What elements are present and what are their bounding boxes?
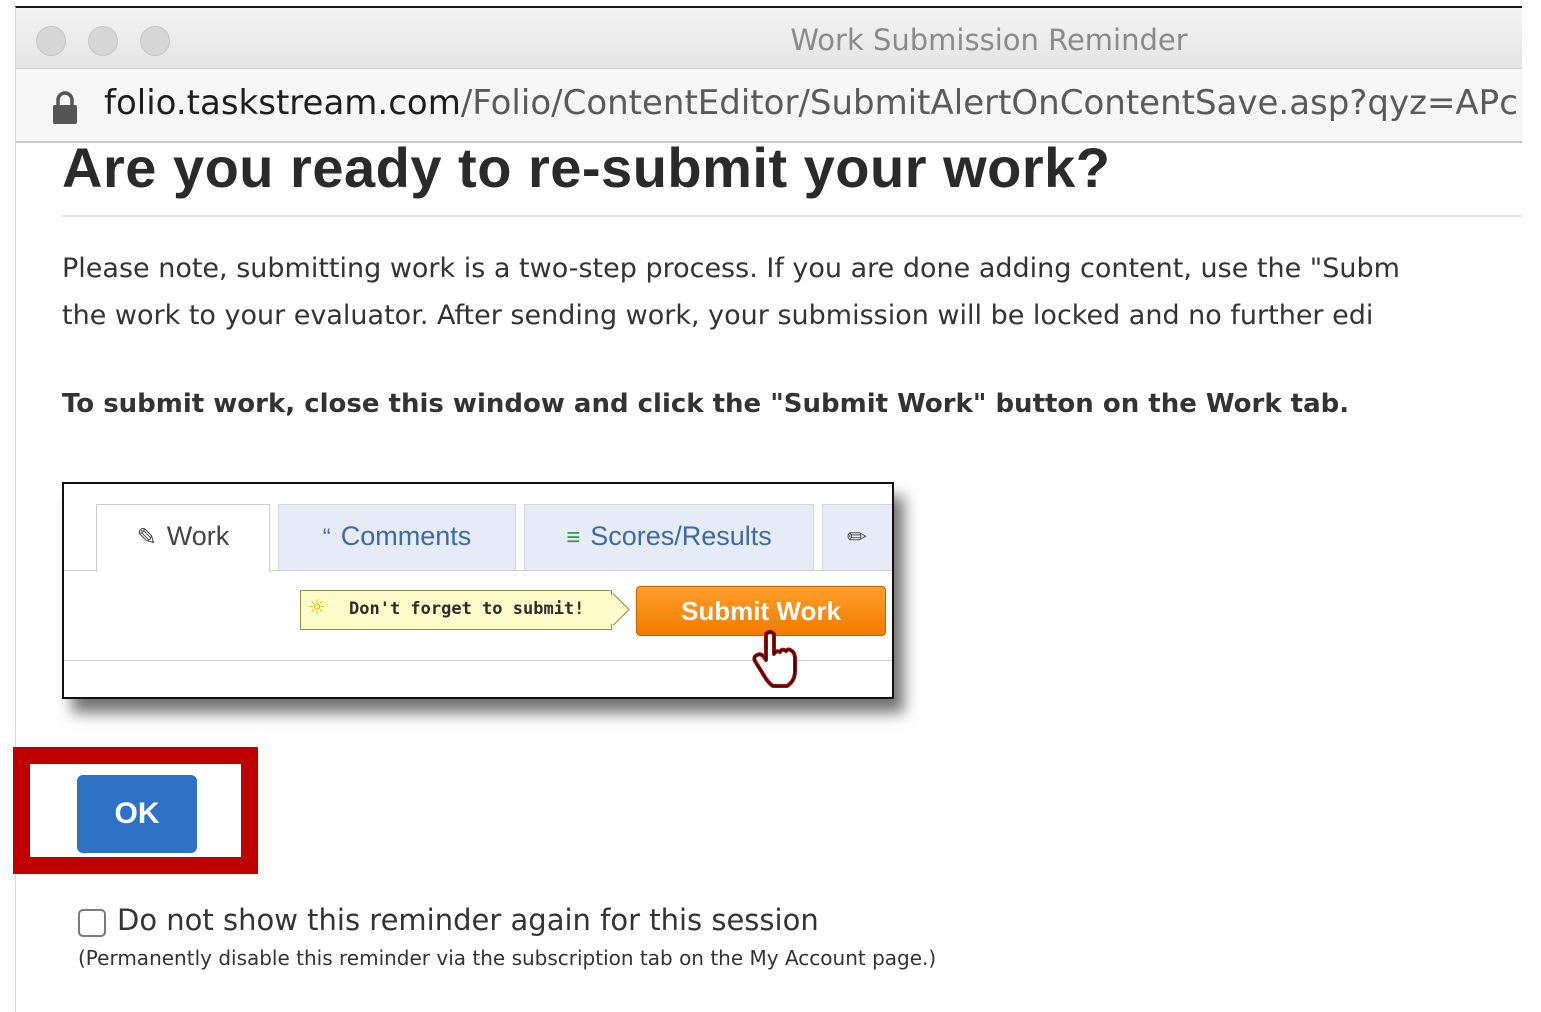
do-not-show-checkbox[interactable] — [78, 909, 106, 937]
page-title: Are you ready to re-submit your work? — [62, 136, 1111, 199]
ok-button[interactable]: OK — [77, 775, 197, 853]
note-line-2: the work to your evaluator. After sendin… — [62, 300, 1374, 331]
lightbulb-icon: ☼ — [309, 593, 325, 623]
edit-icon: ✎ — [136, 524, 157, 551]
illustration-tab-strip: ✎ Work “ Comments ≡ Scores/Results ✏ — [64, 484, 892, 572]
url-host: folio.taskstream.com — [104, 83, 461, 123]
url-path: /Folio/ContentEditor/SubmitAlertOnConten… — [460, 83, 1518, 123]
pencil-icon: ✏ — [846, 524, 868, 551]
tab-label: Scores/Results — [590, 521, 772, 551]
illustration-tab-comments: “ Comments — [278, 504, 516, 570]
hand-cursor-icon — [752, 630, 797, 688]
permanent-disable-note: (Permanently disable this reminder via t… — [78, 946, 937, 970]
tab-label: Work — [166, 521, 230, 551]
illustration-tab-scores: ≡ Scores/Results — [524, 504, 814, 570]
do-not-show-label[interactable]: Do not show this reminder again for this… — [117, 903, 819, 937]
divider — [62, 215, 1522, 217]
illustration-tab-work: ✎ Work — [96, 504, 270, 572]
title-bar: Work Submission Reminder — [16, 8, 1522, 69]
address-bar[interactable]: folio.taskstream.com/Folio/ContentEditor… — [16, 69, 1522, 143]
lock-icon — [53, 91, 77, 124]
tab-label: Comments — [340, 521, 472, 551]
reminder-tip-text: Don't forget to submit! — [349, 599, 585, 619]
submit-work-illustration: ✎ Work “ Comments ≡ Scores/Results ✏ ☼ Don'… — [62, 482, 894, 699]
scores-icon: ≡ — [566, 524, 581, 551]
process-note: Please note, submitting work is a two-st… — [62, 245, 1541, 339]
illustration-tab-more: ✏ — [822, 504, 892, 570]
window-title: Work Submission Reminder — [790, 23, 1188, 57]
reminder-tip: ☼ Don't forget to submit! — [300, 590, 612, 630]
submit-instruction: To submit work, close this window and cl… — [62, 389, 1350, 419]
note-line-1: Please note, submitting work is a two-st… — [62, 253, 1400, 284]
quote-icon: “ — [322, 524, 331, 551]
url-text: folio.taskstream.com/Folio/ContentEditor… — [104, 83, 1518, 123]
